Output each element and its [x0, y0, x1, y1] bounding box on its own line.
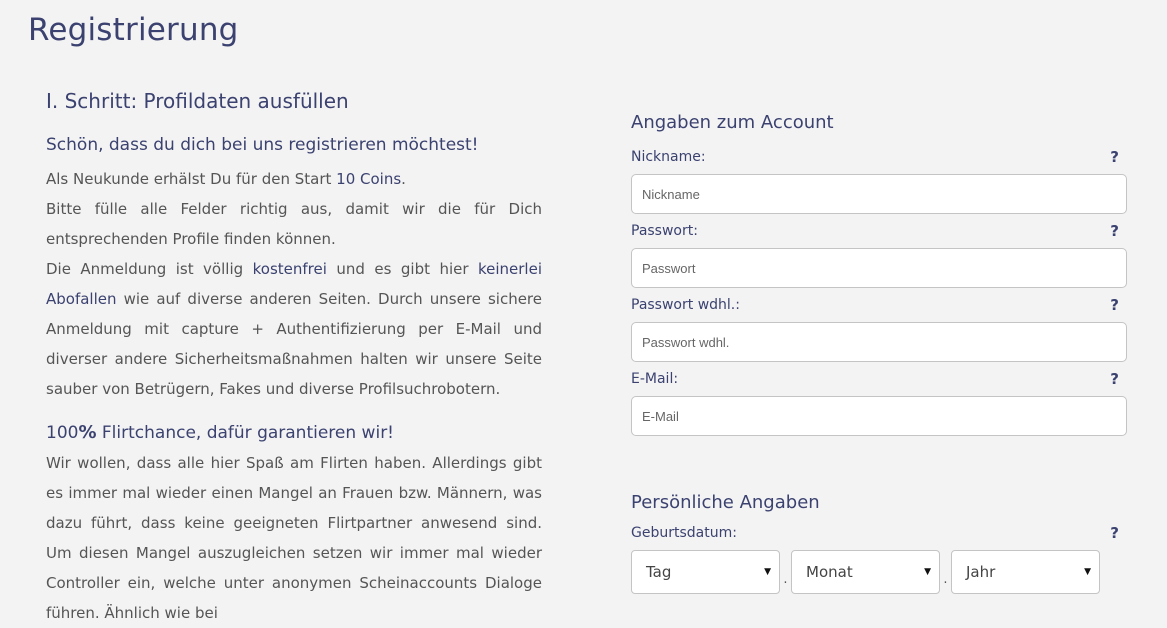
year-caret-icon: ▼ [1084, 567, 1091, 577]
password-repeat-help-icon[interactable]: ? [1110, 296, 1119, 314]
nickname-help-icon[interactable]: ? [1110, 148, 1119, 166]
personal-section-title: Persönliche Angaben [631, 492, 820, 513]
birthdate-label-row: Geburtsdatum: ? [631, 520, 1127, 546]
date-separator: . [783, 571, 788, 587]
free-text-post: wie auf diverse anderen Seiten. Durch un… [46, 290, 542, 398]
account-section-title: Angaben zum Account [631, 112, 834, 133]
email-label-row: E-Mail: ? [631, 366, 1127, 392]
flirt-heading-text: Flirtchance, dafür garantieren wir! [96, 423, 394, 443]
nickname-label: Nickname: [631, 149, 706, 165]
free-signup-paragraph: Die Anmeldung ist völlig kostenfrei und … [46, 254, 542, 404]
month-select-value: Monat [806, 563, 853, 581]
password-repeat-input[interactable] [631, 322, 1127, 362]
birthdate-help-icon[interactable]: ? [1110, 524, 1119, 542]
coins-text-post: . [401, 170, 406, 188]
registration-form: Angaben zum Account Nickname: ? Passwort… [631, 106, 1127, 594]
birthdate-label: Geburtsdatum: [631, 525, 737, 541]
free-text-pre: Die Anmeldung ist völlig [46, 260, 253, 278]
coins-highlight: 10 Coins [336, 170, 402, 188]
nickname-input[interactable] [631, 174, 1127, 214]
day-select[interactable]: Tag ▼ [631, 550, 780, 594]
coins-text-pre: Als Neukunde erhälst Du für den Start [46, 170, 337, 188]
flirt-guarantee-heading: 100% Flirtchance, dafür garantieren wir! [46, 418, 542, 448]
date-separator: . [943, 571, 948, 587]
password-repeat-label: Passwort wdhl.: [631, 297, 740, 313]
free-highlight: kostenfrei [252, 260, 327, 278]
month-caret-icon: ▼ [924, 567, 931, 577]
password-label-row: Passwort: ? [631, 218, 1127, 244]
password-repeat-label-row: Passwort wdhl.: ? [631, 292, 1127, 318]
flirt-percent-sign: % [78, 422, 97, 443]
flirt-percent-number: 100 [46, 423, 79, 443]
year-select[interactable]: Jahr ▼ [951, 550, 1100, 594]
year-select-value: Jahr [966, 563, 996, 581]
password-label: Passwort: [631, 223, 698, 239]
day-caret-icon: ▼ [764, 567, 771, 577]
birthdate-selects: Tag ▼ . Monat ▼ . Jahr ▼ [631, 550, 1127, 594]
page-title: Registrierung [28, 12, 239, 48]
controller-paragraph: Wir wollen, dass alle hier Spaß am Flirt… [46, 454, 542, 622]
fill-fields-paragraph: Bitte fülle alle Felder richtig aus, dam… [46, 200, 542, 248]
email-help-icon[interactable]: ? [1110, 370, 1119, 388]
coins-paragraph: Als Neukunde erhälst Du für den Start 10… [46, 164, 542, 194]
email-label: E-Mail: [631, 371, 679, 387]
email-input[interactable] [631, 396, 1127, 436]
month-select[interactable]: Monat ▼ [791, 550, 940, 594]
step-title: I. Schritt: Profildaten ausfüllen [46, 89, 349, 113]
info-column: I. Schritt: Profildaten ausfüllen Schön,… [46, 86, 542, 628]
password-help-icon[interactable]: ? [1110, 222, 1119, 240]
intro-heading: Schön, dass du dich bei uns registrieren… [46, 135, 479, 155]
password-input[interactable] [631, 248, 1127, 288]
day-select-value: Tag [646, 563, 672, 581]
nickname-label-row: Nickname: ? [631, 144, 1127, 170]
free-text-mid: und es gibt hier [326, 260, 478, 278]
